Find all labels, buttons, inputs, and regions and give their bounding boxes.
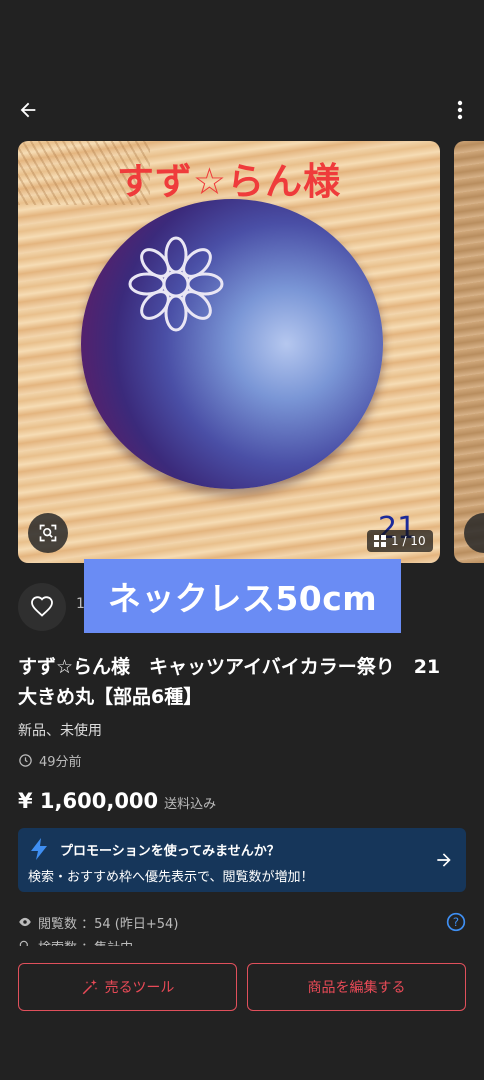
arrow-right-icon xyxy=(437,853,451,867)
resin-ornament xyxy=(81,199,383,489)
image-search-icon xyxy=(39,524,57,542)
item-title: すず☆らん様 キャッツアイバイカラー祭り 21 大きめ丸【部品6種】 xyxy=(18,656,460,708)
listing-time-text: 49分前 xyxy=(39,755,82,770)
promotion-description: 検索・おすすめ枠へ優先表示で、閲覧数が増加！ xyxy=(28,870,314,885)
arrow-left-icon xyxy=(20,102,36,118)
search-stat-text: 検索数 ：集計中 xyxy=(38,937,133,947)
grid-icon xyxy=(374,535,386,547)
lace-flower-decoration xyxy=(128,236,224,332)
sparkle-wand-icon xyxy=(82,979,98,995)
photo-carousel[interactable]: すず☆らん様 21 1 / 10 xyxy=(18,141,484,563)
help-circle-icon[interactable]: ? xyxy=(446,912,466,932)
item-stats: 閲覧数 ：54 (昨日+54) 検索数 ：集計中 ? xyxy=(18,910,466,946)
next-product-photo[interactable] xyxy=(454,141,484,563)
back-button[interactable] xyxy=(12,94,44,126)
promotion-banner[interactable]: プロモーションを使ってみませんか？ 検索・おすすめ枠へ優先表示で、閲覧数が増加！ xyxy=(18,828,466,892)
search-icon xyxy=(19,940,28,946)
item-price: ¥ 1,600,000 xyxy=(18,789,159,813)
edit-item-button[interactable]: 商品を編集する xyxy=(247,963,466,1011)
next-image-search-button[interactable] xyxy=(464,513,484,553)
top-app-bar xyxy=(0,88,484,132)
heart-icon xyxy=(31,596,53,617)
promotion-title: プロモーションを使ってみませんか？ xyxy=(60,844,280,859)
views-stat-text: 閲覧数 ：54 (昨日+54) xyxy=(38,916,179,932)
image-search-button[interactable] xyxy=(28,513,68,553)
more-vertical-icon xyxy=(457,100,463,120)
shipping-note: 送料込み xyxy=(164,797,217,812)
product-photo[interactable]: すず☆らん様 21 1 / 10 xyxy=(18,141,440,563)
photo-counter-text: 1 / 10 xyxy=(391,534,426,548)
lightning-icon xyxy=(31,838,47,860)
price-row: ¥ 1,600,000 送料込み xyxy=(18,789,216,813)
svg-text:?: ? xyxy=(453,915,459,929)
bottom-action-bar: 売るツール 商品を編集する xyxy=(0,946,484,1080)
photo-overlay-title: すず☆らん様 xyxy=(116,160,342,203)
overlay-banner: ネックレス50cm xyxy=(84,559,401,633)
clock-icon xyxy=(19,754,32,767)
edit-item-label: 商品を編集する xyxy=(307,980,406,996)
views-stat: 閲覧数 ：54 (昨日+54) xyxy=(18,910,466,934)
like-button[interactable] xyxy=(18,583,66,631)
search-stat: 検索数 ：集計中 xyxy=(18,934,466,946)
item-condition: 新品、未使用 xyxy=(18,723,102,739)
more-options-button[interactable] xyxy=(448,94,472,126)
eye-icon xyxy=(19,917,31,927)
sell-tools-label: 売るツール xyxy=(104,980,175,996)
photo-counter: 1 / 10 xyxy=(367,530,433,552)
listing-time: 49分前 xyxy=(18,751,82,770)
sell-tools-button[interactable]: 売るツール xyxy=(18,963,237,1011)
